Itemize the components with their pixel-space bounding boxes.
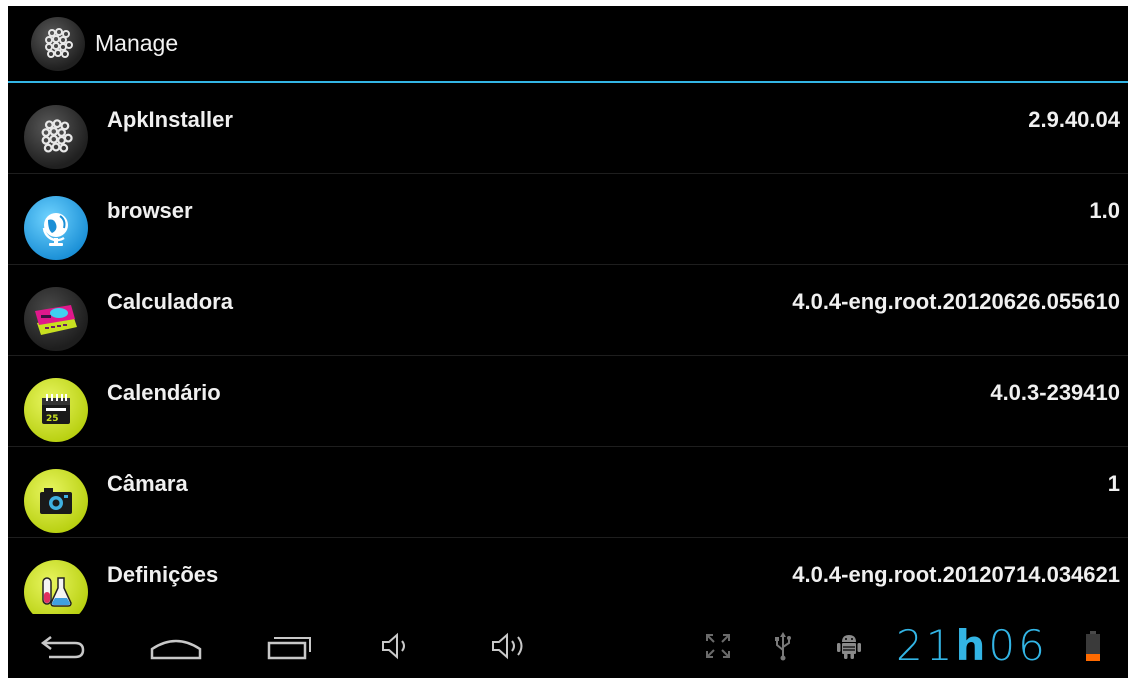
clock-separator: h xyxy=(955,621,989,670)
screen: Manage ApkInstaller 2.9.40.04 browser 1.… xyxy=(8,6,1128,678)
app-version: 4.0.3-239410 xyxy=(990,380,1120,405)
recent-apps-icon[interactable] xyxy=(260,624,320,668)
svg-text:25: 25 xyxy=(46,414,59,424)
list-item[interactable]: browser 1.0 xyxy=(8,174,1128,265)
list-item[interactable]: 25 Calendário 4.0.3-239410 xyxy=(8,356,1128,447)
app-name: Calculadora xyxy=(107,289,233,314)
app-version: 1.0 xyxy=(1089,198,1120,223)
list-item[interactable]: Câmara 1 xyxy=(8,447,1128,538)
app-name: Calendário xyxy=(107,380,221,405)
app-name: Câmara xyxy=(107,471,188,496)
clock-minutes: 06 xyxy=(988,621,1048,670)
usb-icon xyxy=(771,630,795,662)
volume-up-icon[interactable] xyxy=(486,624,536,668)
app-version: 1 xyxy=(1107,471,1120,496)
battery-icon xyxy=(1082,630,1104,662)
app-name: browser xyxy=(107,198,193,223)
app-name: Definições xyxy=(107,562,219,587)
app-version: 4.0.4-eng.root.20120626.055610 xyxy=(792,289,1120,314)
home-icon[interactable] xyxy=(146,624,206,668)
list-item[interactable]: ApkInstaller 2.9.40.04 xyxy=(8,83,1128,174)
app-version: 4.0.4-eng.root.20120714.034621 xyxy=(792,562,1120,587)
apkinstaller-icon[interactable] xyxy=(31,16,85,71)
system-nav-bar: 21h06 xyxy=(8,614,1128,678)
calendar-icon: 25 xyxy=(24,378,88,442)
calculator-icon xyxy=(24,287,88,351)
camera-icon xyxy=(24,469,88,533)
android-debug-icon xyxy=(834,630,864,662)
app-name: ApkInstaller xyxy=(107,107,233,132)
clock: 21h06 xyxy=(896,618,1048,674)
page-title: Manage xyxy=(95,30,179,56)
app-version: 2.9.40.04 xyxy=(1028,107,1120,132)
list-item[interactable]: Calculadora 4.0.4-eng.root.20120626.0556… xyxy=(8,265,1128,356)
browser-globe-icon xyxy=(24,196,88,260)
back-icon[interactable] xyxy=(36,624,92,668)
volume-down-icon[interactable] xyxy=(376,624,416,668)
action-bar: Manage xyxy=(8,6,1128,83)
apkinstaller-icon xyxy=(24,105,88,169)
app-list: ApkInstaller 2.9.40.04 browser 1.0 Calcu… xyxy=(8,83,1128,629)
fullscreen-icon[interactable] xyxy=(702,630,734,662)
clock-hours: 21 xyxy=(896,621,956,670)
